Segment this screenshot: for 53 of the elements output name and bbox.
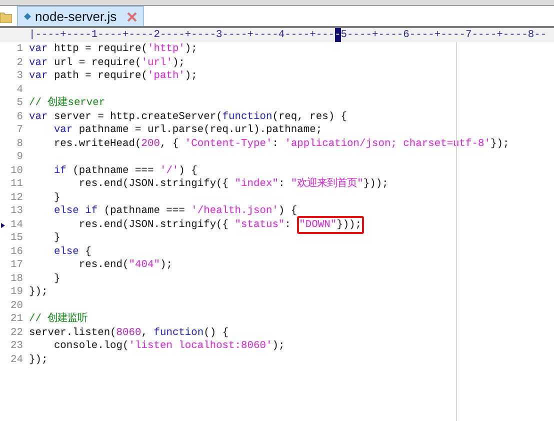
line-number: 16: [10, 246, 23, 259]
code-line: res.writeHead(200, { 'Content-Type': 'application/json; charset=utf-8'});: [52, 138, 510, 151]
code-line: if (pathname === '/') {: [52, 164, 198, 178]
line-number: 9: [16, 151, 23, 164]
tab-label: node-server.js: [35, 8, 117, 26]
line-number: 14: [10, 218, 23, 232]
line-number: 21: [10, 313, 23, 326]
code-line: // 创建server: [29, 97, 106, 110]
code-line: res.end(JSON.stringify({ "index": "欢迎来到首页"}));: [78, 178, 388, 192]
highlight-box: "DOWN"}));: [297, 216, 364, 234]
line-number: 5: [16, 97, 23, 110]
code-line: }: [52, 232, 60, 246]
line-number: 18: [10, 272, 23, 286]
code-line: var server = http.createServer(function(req, res) {: [29, 110, 348, 124]
code-line: server.listen(8060, function() {: [29, 326, 229, 340]
code-line: }: [52, 272, 60, 286]
code-line: var url = require('url');: [29, 56, 185, 70]
code-line: else if (pathname === '/health.json') {: [52, 205, 298, 218]
code-line: else {: [52, 246, 92, 259]
column-ruler: |----+----1----+----2----+----3----+----4----+----5----+----6----+----7----+----8--: [0, 28, 554, 42]
code-line: }: [52, 192, 60, 205]
line-number: 13: [10, 205, 23, 218]
diamond-icon: [24, 13, 31, 20]
line-number: 10: [10, 164, 23, 178]
line-number: 19: [10, 286, 23, 300]
line-number: 15: [10, 232, 23, 246]
line-number: 8: [16, 138, 23, 151]
code-line: // 创建监听: [29, 313, 88, 326]
line-number: 2: [16, 56, 23, 70]
line-number: 7: [16, 124, 23, 138]
file-tab[interactable]: node-server.js: [17, 6, 144, 26]
code-line: console.log('listen localhost:8060');: [52, 340, 285, 354]
code-line: });: [29, 286, 48, 300]
bookmark-icon: [0, 222, 4, 228]
code-line: var http = require('http');: [29, 43, 198, 56]
code-line: res.end("404");: [78, 259, 172, 272]
line-number: 12: [10, 192, 23, 205]
code-line: var pathname = url.parse(req.url).pathname;: [52, 124, 322, 138]
line-number: 11: [10, 178, 23, 192]
line-number: 3: [16, 70, 23, 84]
line-number: 6: [16, 110, 23, 124]
line-number: 1: [16, 43, 23, 56]
code-line: var path = require('path');: [29, 70, 198, 84]
line-number: 22: [10, 326, 23, 340]
line-number: 20: [10, 300, 23, 313]
line-number: 24: [10, 354, 23, 367]
line-number: 23: [10, 340, 23, 354]
code-line: res.end(JSON.stringify({ "status":: [78, 218, 292, 232]
line-number: 4: [16, 84, 23, 97]
folder-icon[interactable]: [0, 11, 12, 23]
close-icon[interactable]: [126, 12, 137, 22]
line-number: 17: [10, 259, 23, 272]
code-line: });: [29, 354, 48, 367]
